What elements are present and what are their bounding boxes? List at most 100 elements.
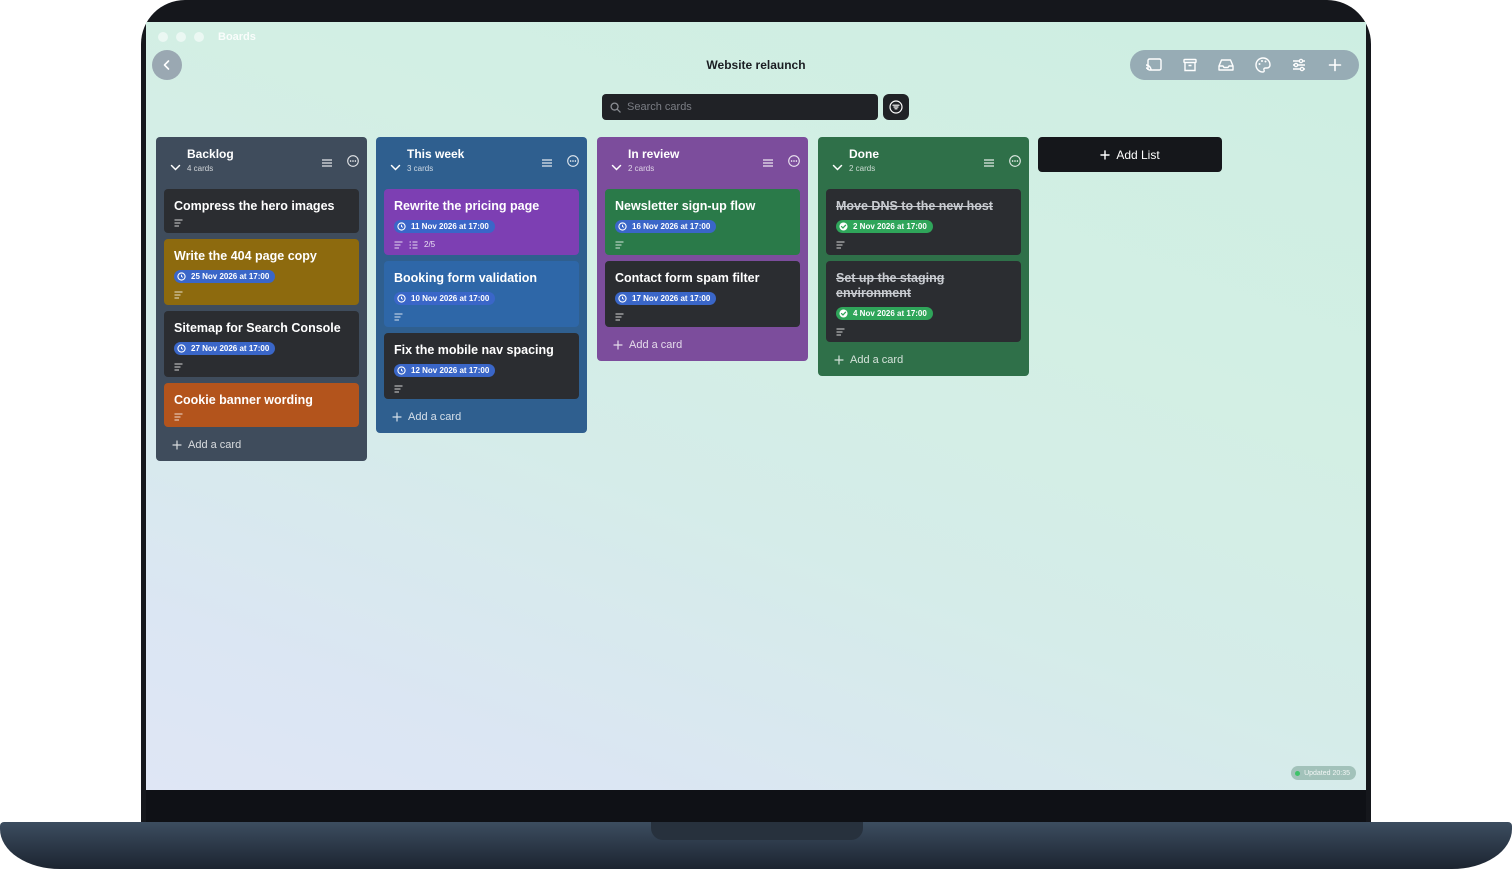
palette-icon[interactable]: [1253, 55, 1273, 75]
description-icon: [174, 413, 183, 420]
list-menu-button[interactable]: [321, 155, 333, 173]
card[interactable]: Cookie banner wording: [164, 383, 359, 427]
add-card-button[interactable]: Add a card: [605, 333, 800, 351]
card[interactable]: Rewrite the pricing page 11 Nov 2026 at 1…: [384, 189, 579, 255]
card-footer: [836, 327, 1011, 336]
due-date-badge: 17 Nov 2026 at 17:00: [615, 292, 717, 305]
add-list-button[interactable]: Add List: [1038, 137, 1222, 172]
minimize-window-button[interactable]: [176, 32, 186, 42]
list-column: Backlog 4 cards Compress the hero images Wr…: [156, 137, 367, 461]
list-header: Done 2 cards: [826, 145, 1021, 189]
zoom-window-button[interactable]: [194, 32, 204, 42]
archive-icon[interactable]: [1180, 55, 1200, 75]
card-footer: [394, 312, 569, 321]
card[interactable]: Fix the mobile nav spacing 12 Nov 2026 at…: [384, 333, 579, 399]
due-date-badge: 4 Nov 2026 at 17:00: [836, 307, 933, 320]
card-footer: [615, 312, 790, 321]
list-column: In review 2 cards Newsletter sign-up flow 1…: [597, 137, 808, 361]
due-date-text: 17 Nov 2026 at 17:00: [632, 294, 711, 303]
card[interactable]: Set up the staging environment 4 Nov 2026…: [826, 261, 1021, 342]
add-card-label: Add a card: [629, 339, 683, 351]
laptop-notch: [651, 822, 863, 840]
collapse-list-button[interactable]: [170, 159, 181, 177]
description-icon: [836, 328, 845, 335]
card-footer: 2/5: [394, 240, 569, 249]
card-title: Newsletter sign-up flow: [615, 199, 756, 213]
clock-icon: [397, 222, 406, 231]
due-date-badge: 10 Nov 2026 at 17:00: [394, 292, 496, 305]
list-more-button[interactable]: [1009, 154, 1021, 172]
window-title: Boards: [218, 31, 256, 43]
list-more-button[interactable]: [788, 154, 800, 172]
list-header: In review 2 cards: [605, 145, 800, 189]
list-card-count: 2 cards: [849, 164, 876, 173]
card[interactable]: Booking form validation 10 Nov 2026 at 17…: [384, 261, 579, 327]
search-input[interactable]: [627, 101, 857, 113]
collapse-list-button[interactable]: [832, 159, 843, 177]
add-card-button[interactable]: Add a card: [164, 433, 359, 451]
hamburger-icon: [984, 159, 994, 167]
card[interactable]: Compress the hero images: [164, 189, 359, 233]
add-list-label: Add List: [1116, 147, 1160, 162]
card-footer: [174, 290, 349, 299]
list-card-count: 4 cards: [187, 164, 214, 173]
plus-icon: [392, 412, 402, 422]
sliders-icon[interactable]: [1289, 55, 1309, 75]
list-more-button[interactable]: [567, 154, 579, 172]
filter-button[interactable]: [883, 94, 909, 120]
status-dot-icon: [1295, 770, 1301, 776]
board-toolbar: [1130, 50, 1359, 80]
due-date-text: 12 Nov 2026 at 17:00: [411, 366, 490, 375]
card-title: Move DNS to the new host: [836, 199, 993, 213]
collapse-list-button[interactable]: [611, 159, 622, 177]
list-menu-button[interactable]: [541, 155, 553, 173]
description-icon: [174, 219, 183, 226]
card-title: Sitemap for Search Console: [174, 321, 341, 335]
inbox-icon[interactable]: [1216, 55, 1236, 75]
add-card-button[interactable]: Add a card: [826, 348, 1021, 366]
plus-icon[interactable]: [1325, 55, 1345, 75]
plus-icon: [613, 340, 623, 350]
list-menu-button[interactable]: [983, 155, 995, 173]
card-title: Rewrite the pricing page: [394, 199, 540, 213]
list-card-count: 3 cards: [407, 164, 434, 173]
card[interactable]: Contact form spam filter 17 Nov 2026 at 1…: [605, 261, 800, 327]
card[interactable]: Move DNS to the new host 2 Nov 2026 at 17…: [826, 189, 1021, 255]
collapse-list-button[interactable]: [390, 159, 401, 177]
description-icon: [615, 241, 624, 248]
checklist-progress: 2/5: [424, 240, 436, 249]
description-icon: [174, 363, 183, 370]
list-title: This week: [407, 147, 465, 161]
chevron-down-icon: [390, 164, 401, 171]
description-icon: [615, 313, 624, 320]
due-date-text: 10 Nov 2026 at 17:00: [411, 294, 490, 303]
add-card-label: Add a card: [188, 439, 242, 451]
check-circle-icon: [839, 222, 848, 231]
due-date-text: 25 Nov 2026 at 17:00: [191, 272, 270, 281]
window-controls: [158, 32, 204, 42]
description-icon: [836, 241, 845, 248]
due-date-text: 11 Nov 2026 at 17:00: [411, 222, 489, 231]
description-icon: [174, 291, 183, 298]
card-title: Compress the hero images: [174, 199, 335, 213]
card-footer: [836, 240, 1011, 249]
due-date-badge: 16 Nov 2026 at 17:00: [615, 220, 717, 233]
due-date-text: 16 Nov 2026 at 17:00: [632, 222, 711, 231]
cast-icon[interactable]: [1144, 55, 1164, 75]
due-date-badge: 11 Nov 2026 at 17:00: [394, 220, 495, 233]
list-menu-button[interactable]: [762, 155, 774, 173]
close-window-button[interactable]: [158, 32, 168, 42]
add-card-button[interactable]: Add a card: [384, 405, 579, 423]
card[interactable]: Newsletter sign-up flow 16 Nov 2026 at 17…: [605, 189, 800, 255]
list-title: In review: [628, 147, 680, 161]
check-circle-icon: [839, 309, 848, 318]
card[interactable]: Sitemap for Search Console 27 Nov 2026 at…: [164, 311, 359, 377]
more-options-icon: [1009, 155, 1021, 167]
sync-status-text: Updated 20:35: [1304, 769, 1350, 777]
list-header: Backlog 4 cards: [164, 145, 359, 189]
card[interactable]: Write the 404 page copy 25 Nov 2026 at 17…: [164, 239, 359, 305]
card-footer: [174, 218, 349, 227]
list-more-button[interactable]: [347, 154, 359, 172]
filter-icon: [889, 100, 903, 114]
description-icon: [394, 385, 403, 392]
